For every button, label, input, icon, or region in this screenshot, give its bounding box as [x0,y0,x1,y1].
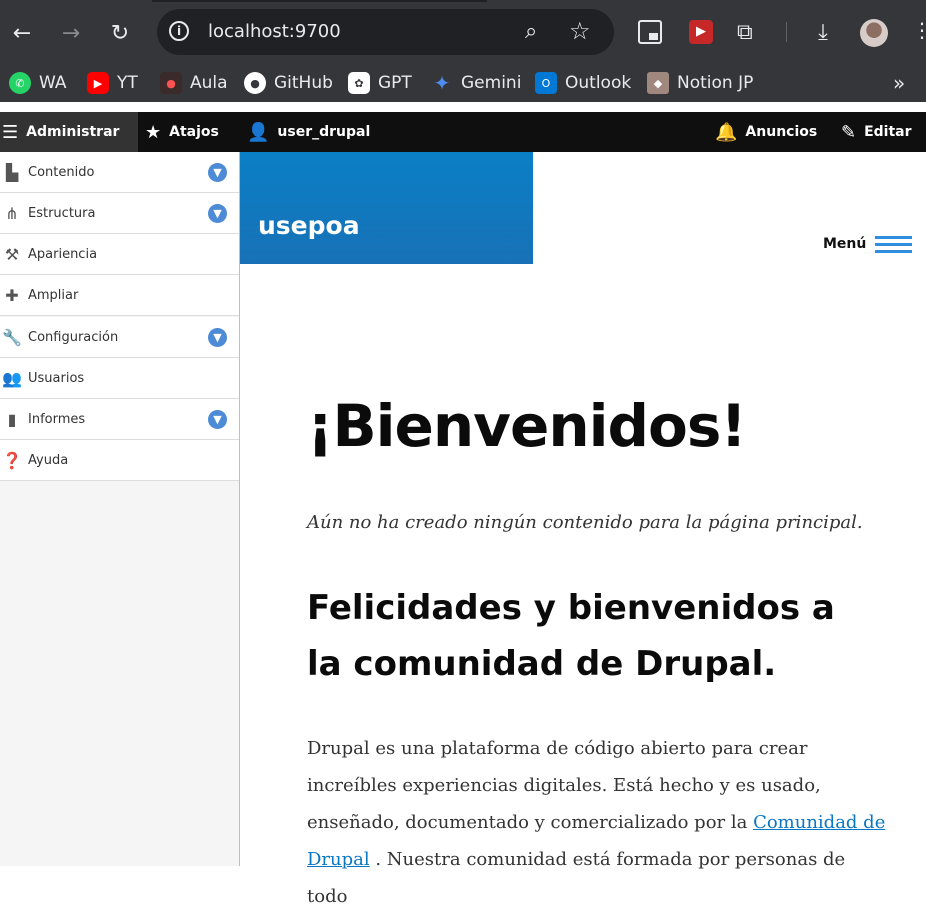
toolbar-administrar-label: Administrar [26,124,120,140]
sidebar-item-usuarios[interactable]: 👥 Usuarios [0,358,239,399]
profile-avatar[interactable] [860,19,888,47]
bookmark-label: YT [117,73,138,93]
bookmark-github[interactable]: ● GitHub [244,71,333,95]
bookmark-label: GPT [378,73,412,93]
sidebar-item-label: Ampliar [28,287,79,303]
toolbar-editar[interactable]: ✎ Editar [841,112,912,152]
sidebar-item-label: Configuración [28,329,119,345]
chevron-down-icon[interactable]: ▼ [208,410,227,429]
bookmark-yt[interactable]: ▶ YT [87,71,138,95]
file-icon: ▙ [5,162,19,182]
welcome-heading: Felicidades y bienvenidos a la comunidad… [307,588,835,684]
chatgpt-icon: ✿ [348,72,370,94]
zoom-icon[interactable]: ⌕ [525,19,537,44]
hamburger-icon: ☰ [2,121,19,143]
address-bar[interactable]: i localhost:9700 ⌕ ☆ [157,9,614,55]
notion-icon: ◆ [647,72,669,94]
bookmark-gpt[interactable]: ✿ GPT [348,71,412,95]
bar-chart-icon: ▮ [7,409,17,429]
sidebar-item-ampliar[interactable]: ✚ Ampliar [0,275,239,316]
toolbar-administrar[interactable]: ☰ Administrar [0,112,138,152]
drupal-admin-toolbar: ☰ Administrar ★ Atajos 👤 user_drupal 🔔 A… [0,102,926,152]
github-icon: ● [244,72,266,94]
gemini-icon: ✦ [433,71,451,95]
help-icon: ❓ [2,450,22,470]
sidebar-item-label: Ayuda [28,452,69,468]
site-branding-block [240,152,533,264]
bookmark-star-icon[interactable]: ☆ [569,17,591,45]
toolbar-user[interactable]: 👤 user_drupal [247,112,370,152]
sitemap-icon: ⋔ [5,203,19,223]
whatsapp-icon: ✆ [9,72,31,94]
kebab-menu-icon[interactable]: ⋮ [912,18,926,42]
sidebar-item-label: Apariencia [28,246,98,262]
admin-sidebar: ▙ Contenido ▼ ⋔ Estructura ▼ ⚒ Aparienci… [0,152,240,866]
youtube-icon: ▶ [87,72,109,94]
pencil-icon: ✎ [841,121,857,143]
back-arrow-icon[interactable]: ← [8,19,36,47]
intro-text-continued: . Nuestra comunidad está formada por per… [307,849,846,907]
puzzle-icon: ✚ [5,285,19,305]
forward-arrow-icon[interactable]: → [57,19,85,47]
download-icon[interactable]: ⤓ [811,20,835,45]
picture-in-picture-icon[interactable] [638,20,662,44]
bookmark-label: Outlook [565,73,632,93]
chevron-down-icon[interactable]: ▼ [208,328,227,347]
toolbar-editar-label: Editar [864,124,912,140]
toolbar-anuncios[interactable]: 🔔 Anuncios [715,112,817,152]
outlook-icon: O [535,72,557,94]
toolbar-anuncios-label: Anuncios [745,124,818,140]
wrench-icon: 🔧 [2,327,22,347]
more-bookmarks-icon[interactable]: » [893,71,905,95]
empty-front-page-message: Aún no ha creado ningún contenido para l… [307,512,863,533]
site-info-icon[interactable]: i [169,21,189,41]
site-name-link[interactable]: usepoa [258,211,360,240]
extension-red-icon[interactable]: ▶ [689,20,713,44]
toolbar-spacer [0,102,926,112]
sidebar-item-estructura[interactable]: ⋔ Estructura ▼ [0,193,239,234]
menu-hamburger-icon[interactable] [875,236,912,254]
bookmark-label: WA [39,73,67,93]
menu-toggle-label[interactable]: Menú [823,236,866,252]
tab-strip-edge [152,0,487,2]
bookmark-label: Aula [190,73,228,93]
chevron-down-icon[interactable]: ▼ [208,163,227,182]
sidebar-item-label: Informes [28,411,86,427]
intro-text: Drupal es una plataforma de código abier… [307,738,821,833]
toolbar-separator [786,22,787,42]
toolbar-atajos[interactable]: ★ Atajos [145,112,219,152]
bookmark-gemini[interactable]: ✦ Gemini [431,71,522,95]
toolbar-atajos-label: Atajos [169,124,219,140]
bookmark-aula[interactable]: ● Aula [160,71,228,95]
sidebar-item-label: Usuarios [28,370,85,386]
sidebar-item-contenido[interactable]: ▙ Contenido ▼ [0,152,239,193]
bookmark-notion-jp[interactable]: ◆ Notion JP [647,71,753,95]
bookmarks-bar: ✆ WA ▶ YT ● Aula ● GitHub ✿ GPT ✦ Gemini… [0,64,926,102]
bookmark-label: Notion JP [677,73,754,93]
sidebar-item-configuracion[interactable]: 🔧 Configuración ▼ [0,317,239,358]
url-text[interactable]: localhost:9700 [208,21,341,42]
sidebar-item-label: Estructura [28,205,96,221]
aula-icon: ● [160,72,182,94]
brush-icon: ⚒ [4,244,20,264]
page-title: ¡Bienvenidos! [307,392,747,460]
browser-top-bar: ← → ↻ i localhost:9700 ⌕ ☆ ▶ ⧉ ⤓ ⋮ [0,0,926,64]
sidebar-item-ayuda[interactable]: ❓ Ayuda [0,440,239,481]
extensions-puzzle-icon[interactable]: ⧉ [737,20,761,45]
bookmark-outlook[interactable]: O Outlook [535,71,631,95]
bookmark-label: Gemini [461,73,522,93]
bell-icon: 🔔 [715,121,738,143]
intro-paragraph: Drupal es una plataforma de código abier… [307,730,887,915]
bookmark-label: GitHub [274,73,333,93]
star-icon: ★ [145,121,162,143]
user-icon: 👤 [247,121,270,143]
toolbar-user-label: user_drupal [277,124,371,140]
sidebar-item-apariencia[interactable]: ⚒ Apariencia [0,234,239,275]
reload-icon[interactable]: ↻ [106,19,134,47]
chevron-down-icon[interactable]: ▼ [208,204,227,223]
sidebar-item-label: Contenido [28,164,95,180]
people-icon: 👥 [2,368,22,388]
sidebar-item-informes[interactable]: ▮ Informes ▼ [0,399,239,440]
bookmark-wa[interactable]: ✆ WA [9,71,67,95]
